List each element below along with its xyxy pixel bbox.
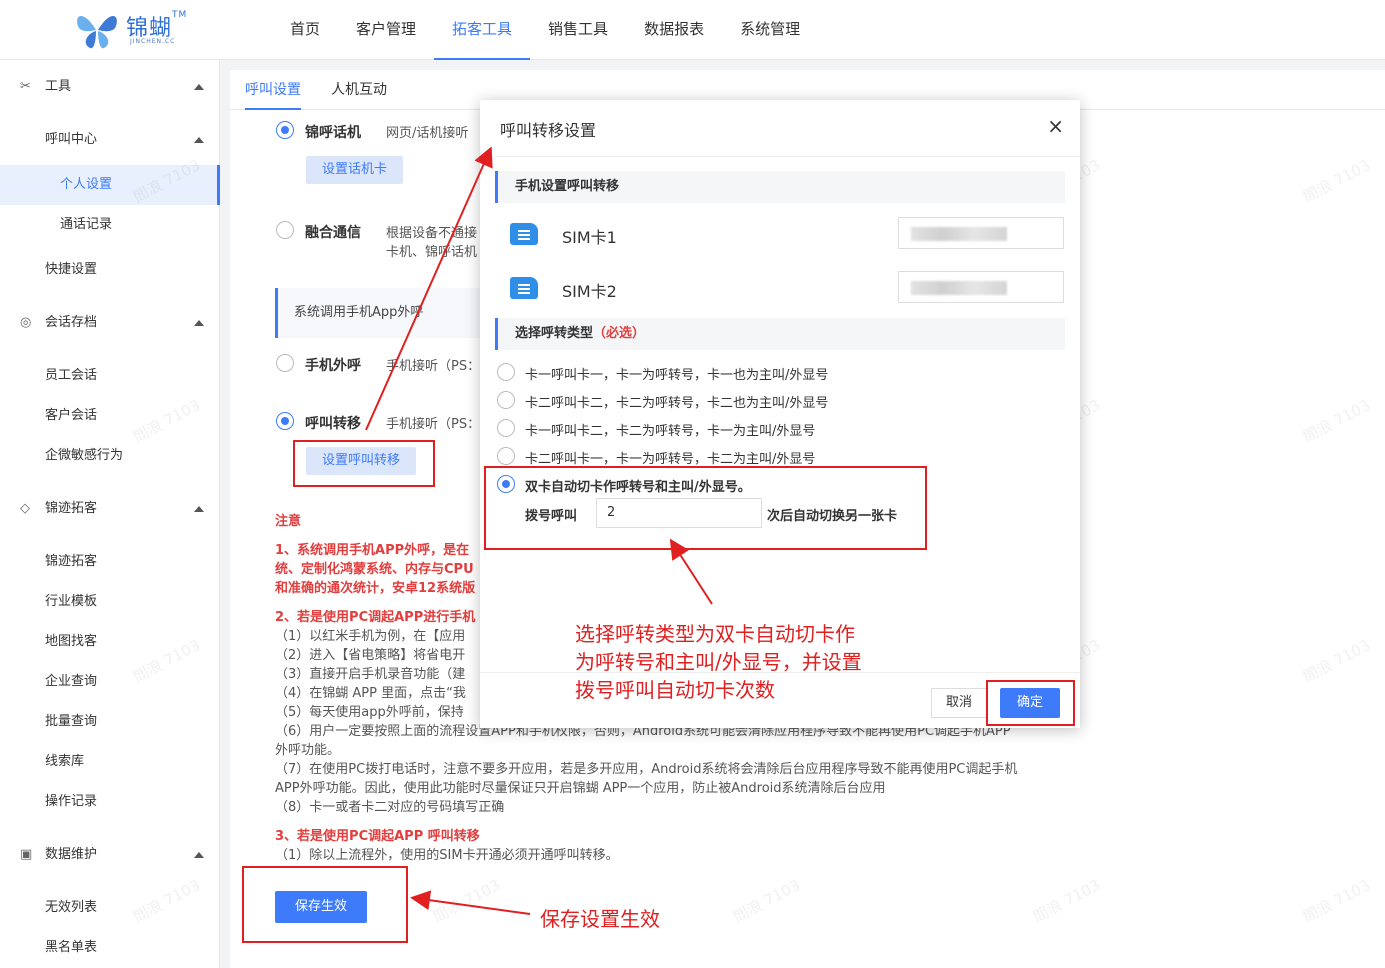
arrow-to-dual-card [669,538,713,605]
arrow-to-save [410,890,531,915]
annotation-note-line3: 拨号呼叫自动切卡次数 [575,678,775,702]
annotation-note-line1: 选择呼转类型为双卡自动切卡作 [575,622,855,646]
annotation-arrows [365,146,713,915]
annotation-note-save: 保存设置生效 [540,907,660,931]
annotation-note-line2: 为呼转号和主叫/外显号，并设置 [575,650,862,674]
arrow-to-dialog [365,146,493,431]
